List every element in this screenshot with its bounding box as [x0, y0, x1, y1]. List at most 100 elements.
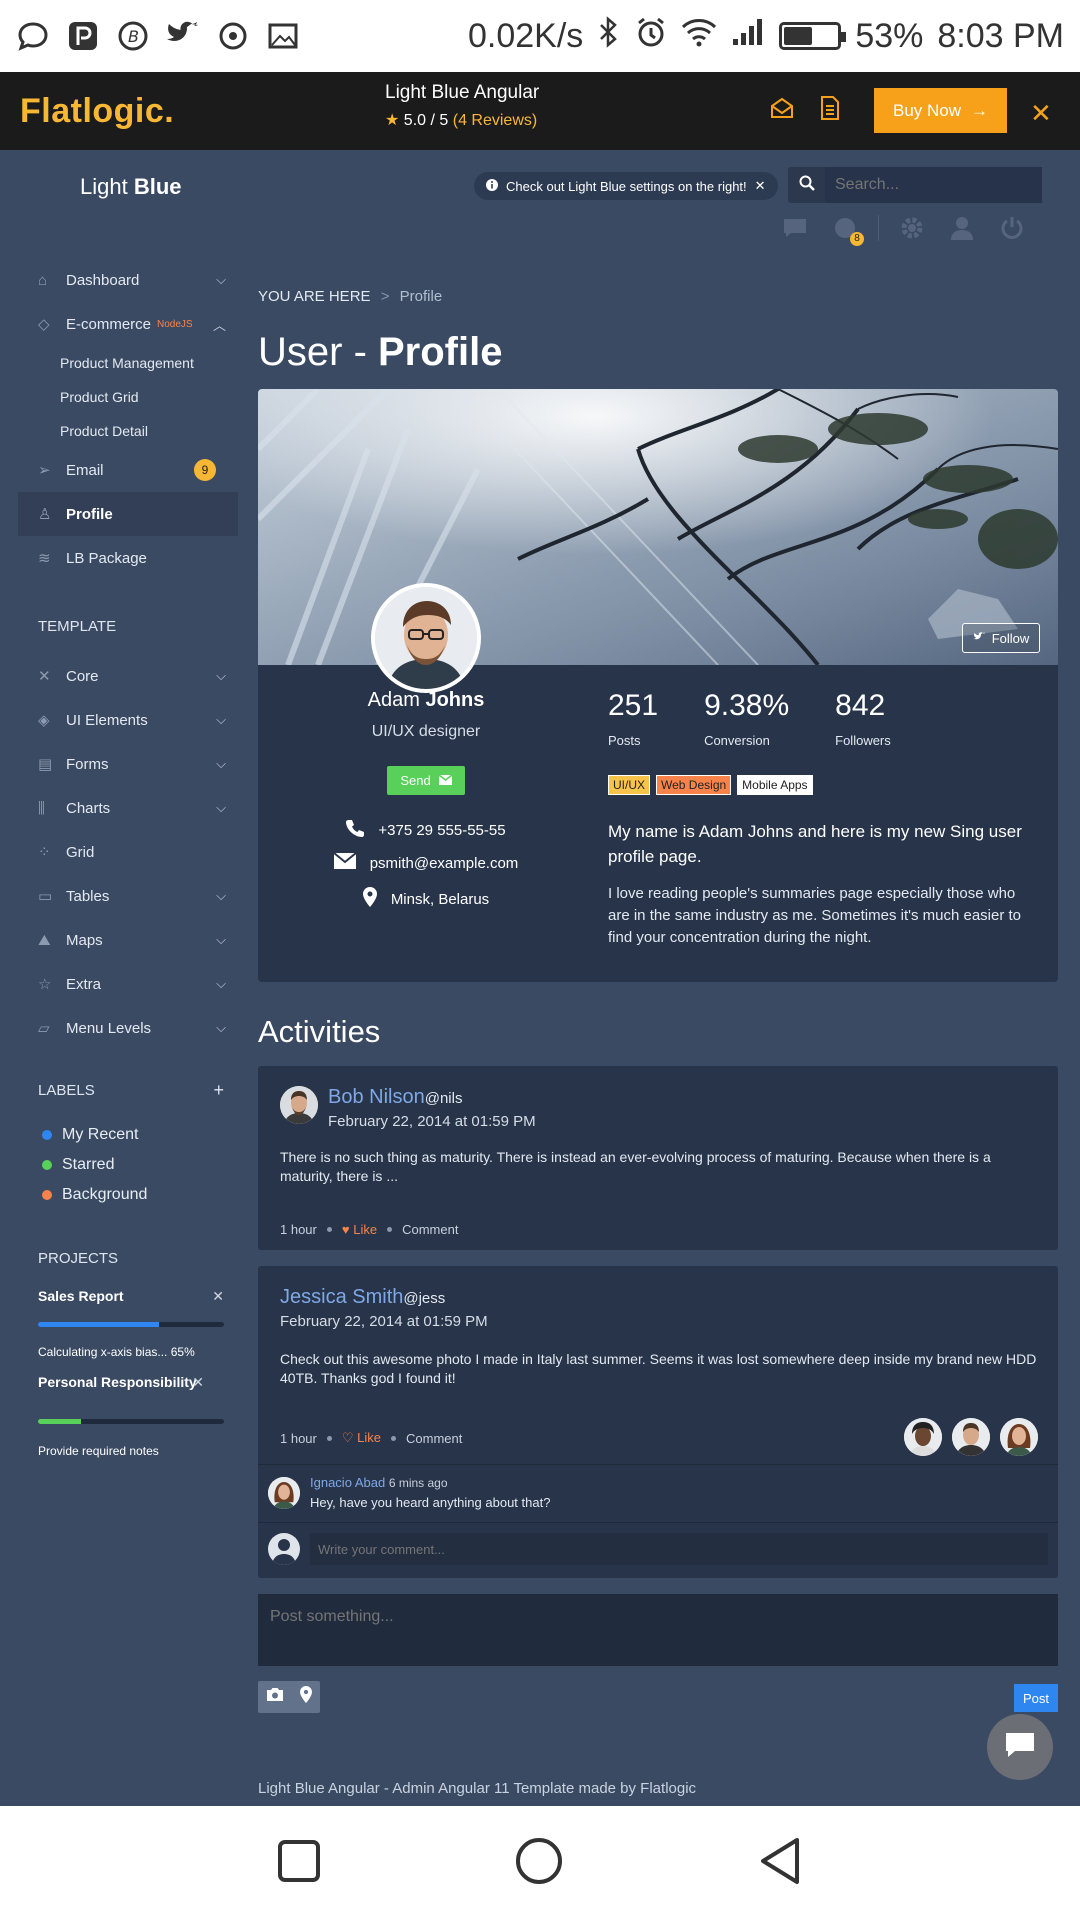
camera-icon[interactable] — [266, 1687, 284, 1707]
comment-input[interactable] — [310, 1533, 1048, 1565]
tools-icon: ✕ — [38, 668, 51, 685]
settings-notice: Check out Light Blue settings on the rig… — [474, 172, 778, 200]
sidebar-item-menu-levels[interactable]: ▱ Menu Levels ⌵ — [18, 1006, 238, 1050]
like-link[interactable]: ♥ Like — [342, 1222, 377, 1237]
avatar[interactable] — [952, 1418, 990, 1456]
search-input[interactable] — [825, 167, 1042, 203]
b-app-icon: B — [116, 19, 150, 53]
comment-link[interactable]: Comment — [406, 1431, 462, 1446]
recents-button-icon[interactable] — [277, 1839, 321, 1888]
sidebar-item-email[interactable]: ➢ Email 9 — [18, 448, 238, 492]
profile-bio-lead: My name is Adam Johns and here is my new… — [608, 822, 1022, 866]
label-background[interactable]: Background — [18, 1180, 238, 1210]
envelope-open-icon[interactable] — [770, 96, 794, 125]
project-sales-report: Sales Report ✕ — [18, 1288, 238, 1316]
rating-value: 5.0 / 5 — [403, 112, 449, 129]
sidebar-item-maps[interactable]: ⛰ Maps ⌵ — [18, 918, 238, 962]
home-button-icon[interactable] — [514, 1836, 564, 1891]
paper-plane-icon: ➢ — [38, 462, 51, 479]
back-button-icon[interactable] — [757, 1836, 803, 1891]
sidebar-item-grid[interactable]: ⁘ Grid — [18, 830, 238, 874]
close-project-icon[interactable]: ✕ — [192, 1373, 204, 1392]
profile-role: UI/UX designer — [371, 723, 481, 740]
chat-fab[interactable] — [987, 1714, 1053, 1780]
user-icon[interactable] — [937, 212, 987, 244]
tag-mobile-apps[interactable]: Mobile Apps — [737, 775, 813, 795]
reply-header: Ignacio Abad 6 mins ago — [310, 1475, 448, 1490]
star-icon: ☆ — [38, 976, 52, 993]
avatar[interactable] — [280, 1086, 318, 1124]
sidebar-subitem-product-management[interactable]: Product Management — [18, 346, 238, 380]
notice-close-icon[interactable]: ✕ — [755, 178, 766, 194]
map-marker-icon[interactable] — [300, 1686, 312, 1708]
label-my-recent[interactable]: My Recent — [18, 1120, 238, 1150]
tag-uiux[interactable]: UI/UX — [608, 775, 651, 795]
messages-icon[interactable] — [770, 212, 820, 244]
post-author[interactable]: Jessica Smith@jess — [280, 1286, 488, 1309]
avatar[interactable] — [1000, 1418, 1038, 1456]
progress-fill — [38, 1419, 81, 1424]
power-icon[interactable] — [987, 212, 1037, 244]
home-icon: ⌂ — [38, 271, 48, 289]
sidebar-subitem-product-detail[interactable]: Product Detail — [18, 414, 238, 448]
layers-icon: ◈ — [38, 712, 50, 729]
project-title: Sales Report — [38, 1288, 124, 1304]
project-personal-responsibility: Personal Responsibility ✕ — [18, 1373, 218, 1413]
sidebar-subitem-product-grid[interactable]: Product Grid — [18, 380, 238, 414]
label-starred[interactable]: Starred — [18, 1150, 238, 1180]
label-text: Starred — [62, 1156, 115, 1173]
stat-label: Posts — [608, 733, 641, 748]
phone-icon — [346, 819, 365, 841]
avatar[interactable] — [904, 1418, 942, 1456]
like-label: Like — [357, 1430, 382, 1445]
brand-logo[interactable]: Light Blue — [80, 174, 182, 200]
document-icon[interactable] — [820, 96, 840, 125]
post-textarea[interactable] — [258, 1594, 1058, 1666]
sidebar-item-profile[interactable]: ♙ Profile — [18, 492, 238, 536]
reply-author[interactable]: Ignacio Abad — [310, 1475, 385, 1490]
signal-icon — [731, 17, 765, 56]
send-message-button[interactable]: Send — [387, 766, 465, 795]
flatlogic-logo[interactable]: Flatlogic. — [20, 92, 174, 131]
gear-icon[interactable] — [887, 212, 937, 244]
comment-link[interactable]: Comment — [402, 1222, 458, 1237]
post-text: Check out this awesome photo I made in I… — [280, 1351, 1037, 1386]
sidebar-item-forms[interactable]: ▤ Forms ⌵ — [18, 742, 238, 786]
buy-now-button[interactable]: Buy Now → — [874, 88, 1007, 133]
sidebar-item-ecommerce[interactable]: ◇ E-commerce NodeJS ︿ — [18, 302, 238, 346]
android-nav-bar — [0, 1806, 1080, 1920]
sidebar-item-lb-package[interactable]: ≋ LB Package — [18, 536, 238, 580]
wifi-icon — [681, 17, 717, 56]
post-author[interactable]: Bob Nilson@nils — [328, 1086, 536, 1109]
activity-post: Jessica Smith@jess February 22, 2014 at … — [258, 1266, 1058, 1578]
sidebar-item-dashboard[interactable]: ⌂ Dashboard ⌵ — [18, 258, 238, 302]
reviews-link[interactable]: (4 Reviews) — [453, 112, 537, 129]
post-header: Bob Nilson@nils February 22, 2014 at 01:… — [328, 1086, 536, 1130]
post-button[interactable]: Post — [1014, 1684, 1058, 1712]
progress-fill — [38, 1322, 159, 1327]
follow-button[interactable]: Follow — [962, 623, 1040, 653]
activities-title: Activities — [258, 1014, 381, 1049]
stat-value: 9.38% — [704, 689, 790, 722]
sidebar-item-charts[interactable]: ⫼ Charts ⌵ — [18, 786, 238, 830]
add-label-icon[interactable]: + — [213, 1080, 224, 1101]
sidebar-item-extra[interactable]: ☆ Extra ⌵ — [18, 962, 238, 1006]
sidebar-item-ui-elements[interactable]: ◈ UI Elements ⌵ — [18, 698, 238, 742]
close-project-icon[interactable]: ✕ — [212, 1288, 224, 1305]
stat-conversion: 9.38% Conversion — [704, 689, 789, 748]
bullet-separator — [326, 1227, 332, 1232]
like-link[interactable]: ♡ Like — [342, 1430, 381, 1446]
email-address[interactable]: psmith@example.com — [370, 855, 519, 872]
battery-icon — [779, 22, 847, 50]
sidebar-item-core[interactable]: ✕ Core ⌵ — [18, 654, 238, 698]
close-promo-icon[interactable]: ✕ — [1030, 98, 1052, 129]
phone-number[interactable]: +375 29 555-55-55 — [378, 822, 505, 839]
tag-web-design[interactable]: Web Design — [656, 775, 732, 795]
sidebar-item-tables[interactable]: ▭ Tables ⌵ — [18, 874, 238, 918]
globe-notifications-icon[interactable]: 8 — [820, 212, 870, 246]
avatar[interactable] — [268, 1477, 300, 1509]
chat-bubble-icon — [16, 19, 50, 53]
page-title-bold: Profile — [378, 330, 503, 374]
header-divider — [878, 215, 879, 241]
user-icon: ♙ — [38, 506, 52, 523]
